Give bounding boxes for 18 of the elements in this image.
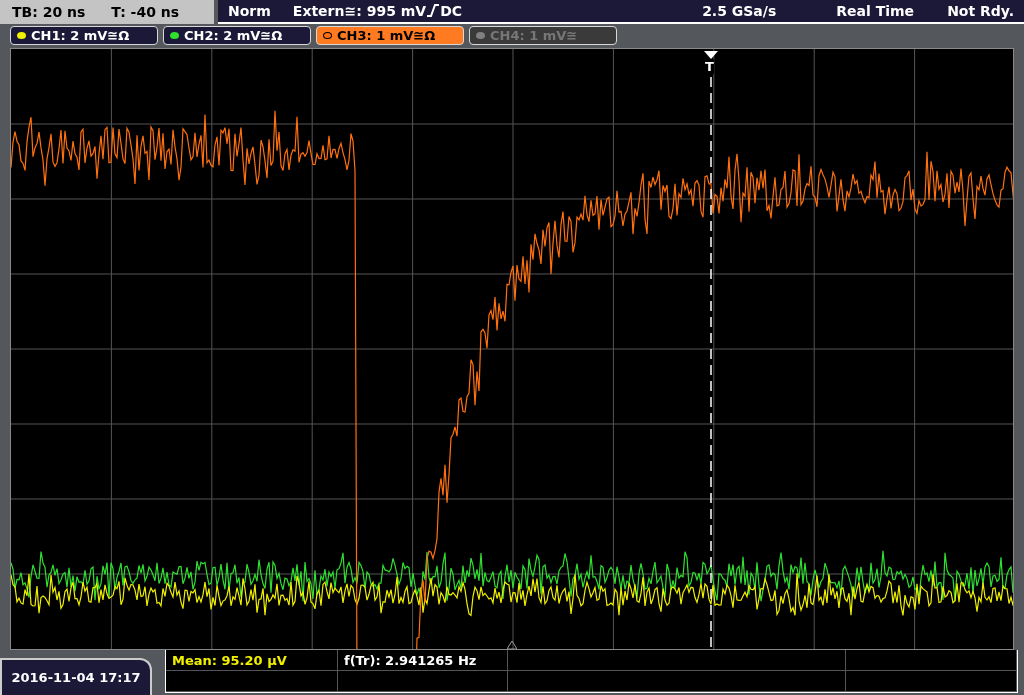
measurement-value: Mean: 95.20 µV (166, 650, 338, 671)
trigger-mode: Norm (228, 2, 271, 19)
sample-rate: 2.5 GSa/s (702, 2, 777, 19)
trigger-coupling: DC (440, 2, 463, 19)
acquisition-mode: Real Time (836, 2, 916, 19)
trigger-offset-label: T: -40 ns (111, 3, 180, 20)
trigger-position-icon (507, 641, 517, 649)
channel-tab[interactable]: CH3: 1 mV≅Ω (316, 26, 464, 46)
trigger-marker-icon (704, 51, 718, 59)
channel-tab[interactable]: CH1: 2 mV≅Ω (10, 26, 158, 46)
rising-edge-icon (427, 4, 440, 18)
acquisition-state: Not Rdy. (947, 2, 1014, 19)
measurement-value: f(Tr): 2.941265 Hz (338, 650, 508, 671)
timebase-label: TB: 20 ns (12, 3, 86, 20)
trigger-marker-label: T (705, 59, 714, 74)
date-time: 2016-11-04 17:17 (0, 658, 152, 695)
trigger-source: Extern≅: 995 mV (292, 2, 427, 19)
channel-tab[interactable]: CH2: 2 mV≅Ω (163, 26, 311, 46)
